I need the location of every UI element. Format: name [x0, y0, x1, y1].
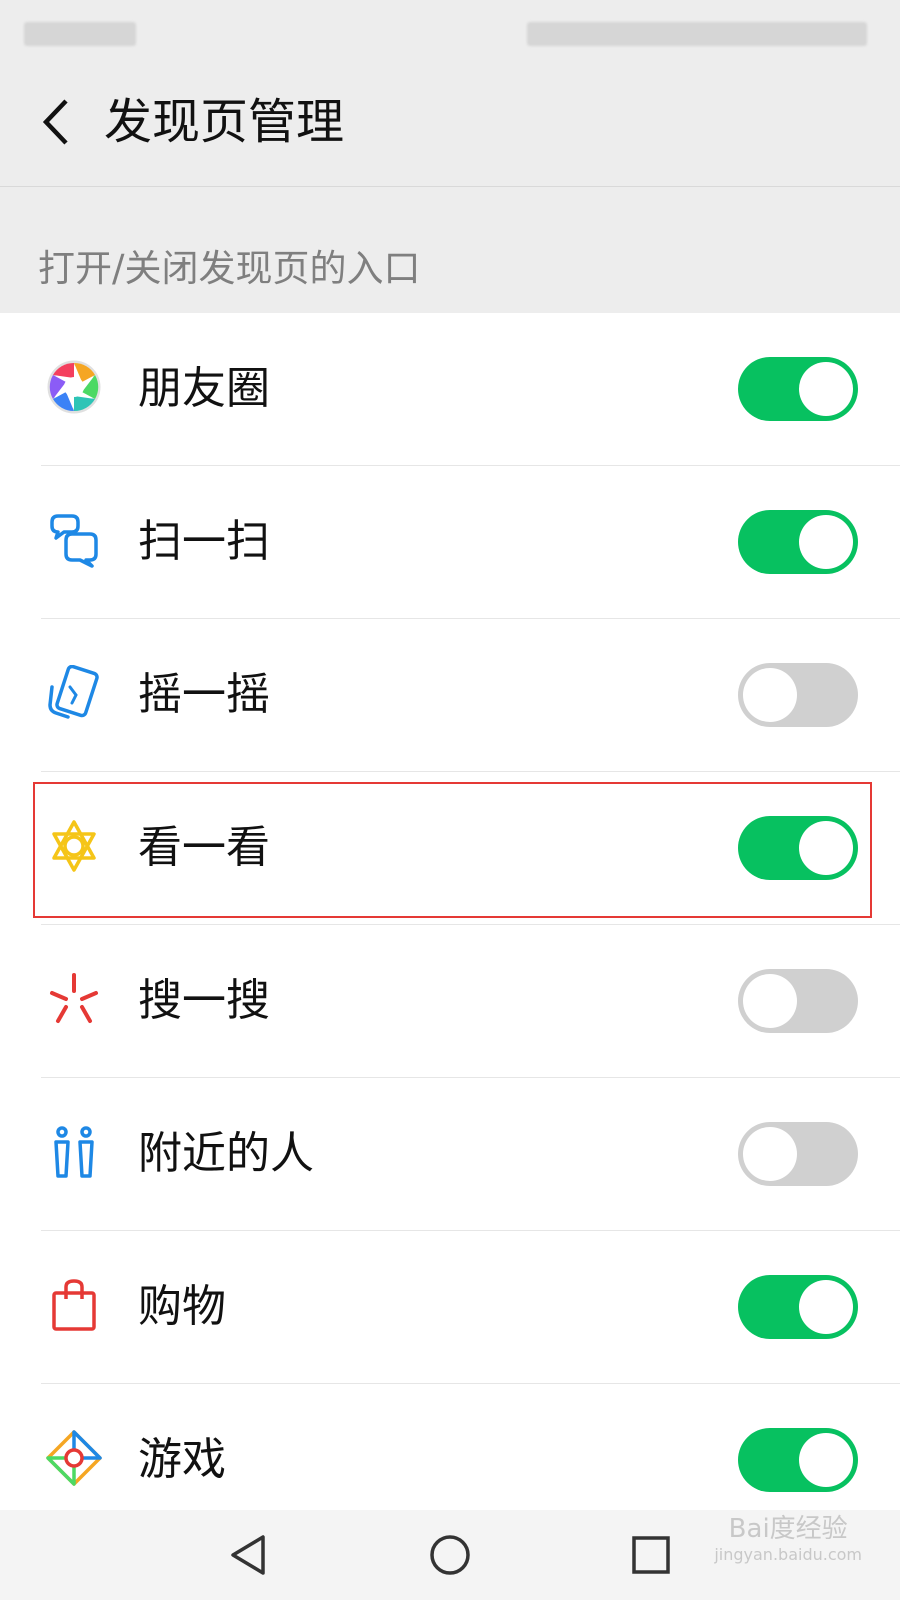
watermark-url: jingyan.baidu.com: [714, 1545, 862, 1564]
recents-square-icon: [632, 1536, 670, 1574]
list-item-people-nearby: 附近的人: [0, 1078, 900, 1231]
page-title: 发现页管理: [104, 94, 345, 150]
games-icon: [46, 1430, 102, 1486]
toggle-switch[interactable]: [738, 1122, 858, 1186]
item-label: 摇一摇: [138, 669, 270, 720]
chevron-left-icon: [42, 99, 68, 145]
section-label: 打开/关闭发现页的入口: [38, 247, 421, 290]
item-label: 朋友圈: [138, 363, 270, 414]
item-label: 搜一搜: [138, 975, 270, 1026]
nav-back-button[interactable]: [214, 1520, 284, 1590]
people-nearby-icon: [54, 1126, 94, 1178]
toggle-switch[interactable]: [738, 663, 858, 727]
watermark-brand: Bai度经验: [728, 1514, 848, 1544]
list-item-shake: 摇一摇: [0, 619, 900, 772]
toggle-switch[interactable]: [738, 357, 858, 421]
toggle-switch[interactable]: [738, 1428, 858, 1492]
list-item-scan: 扫一扫: [0, 466, 900, 619]
nav-recents-button[interactable]: [616, 1520, 686, 1590]
status-left-blurred: [24, 22, 136, 46]
list-item-moments: 朋友圈: [0, 313, 900, 466]
shopping-bag-icon: [52, 1279, 96, 1331]
nav-home-button[interactable]: [415, 1520, 485, 1590]
status-bar: [0, 0, 900, 60]
item-label: 游戏: [138, 1434, 226, 1485]
header: 发现页管理: [0, 60, 900, 187]
watermark: Bai度经验 jingyan.baidu.com: [714, 1512, 862, 1564]
back-triangle-icon: [231, 1535, 265, 1575]
home-circle-icon: [430, 1535, 470, 1575]
status-right-blurred: [527, 22, 867, 46]
toggle-switch[interactable]: [738, 1275, 858, 1339]
list-item-shopping: 购物: [0, 1231, 900, 1384]
toggle-switch[interactable]: [738, 816, 858, 880]
item-label: 扫一扫: [138, 516, 270, 567]
list-item-search: 搜一搜: [0, 925, 900, 1078]
top-stories-icon: [52, 820, 96, 872]
moments-icon: [47, 360, 101, 414]
list-item-top-stories: 看一看: [0, 772, 900, 925]
shake-icon: [48, 665, 99, 719]
toggle-switch[interactable]: [738, 510, 858, 574]
scan-icon: [50, 514, 98, 568]
item-label: 看一看: [138, 822, 270, 873]
entry-list: 朋友圈 扫一扫 摇一摇 看一看 搜一搜 附近的人 购物 游戏: [0, 313, 900, 1554]
item-label: 购物: [138, 1281, 226, 1332]
toggle-switch[interactable]: [738, 969, 858, 1033]
item-label: 附近的人: [138, 1128, 314, 1179]
back-button[interactable]: [30, 92, 80, 152]
search-icon: [50, 973, 98, 1023]
